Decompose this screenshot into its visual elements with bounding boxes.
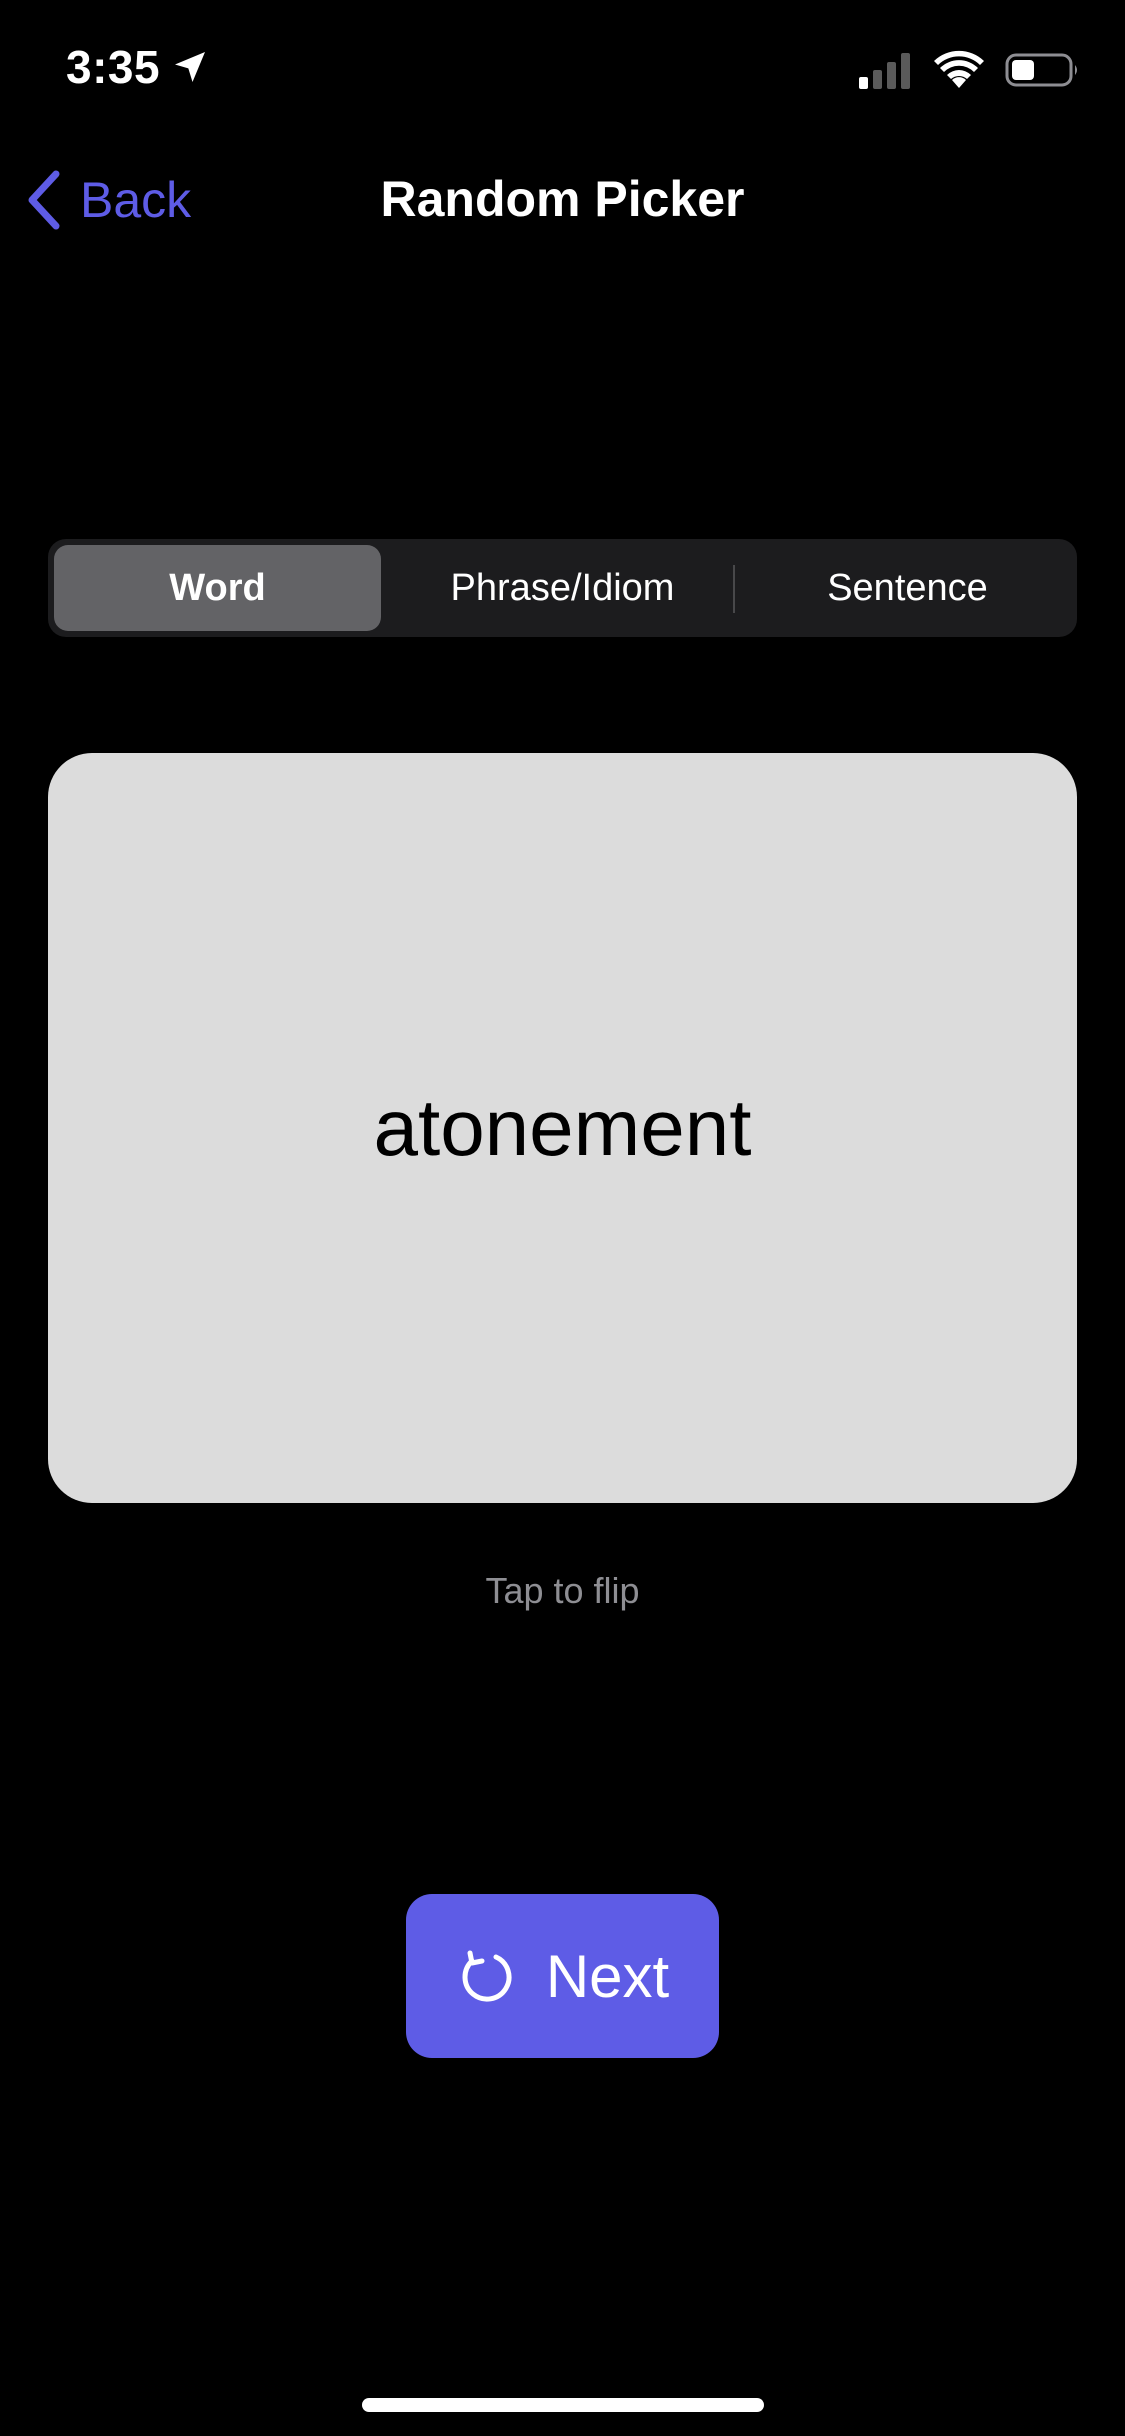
home-indicator[interactable] <box>362 2398 764 2412</box>
navigation-bar: Back Random Picker <box>0 150 1125 250</box>
status-icons <box>857 50 1081 90</box>
next-label: Next <box>545 1942 670 2010</box>
page-title: Random Picker <box>380 171 745 227</box>
segment-phrase-idiom[interactable]: Phrase/Idiom <box>399 545 726 631</box>
status-time: 3:35 <box>66 41 161 93</box>
status-bar: 3:35 <box>0 0 1125 140</box>
refresh-icon <box>462 1950 512 2002</box>
flashcard-text: atonement <box>373 1083 752 1172</box>
type-segmented-control: Word Phrase/Idiom Sentence <box>48 539 1077 637</box>
segment-word[interactable]: Word <box>54 545 381 631</box>
next-button[interactable]: Next <box>406 1894 719 2058</box>
cellular-signal-icon <box>859 53 910 89</box>
battery-icon <box>1005 53 1077 87</box>
wifi-icon <box>934 50 984 88</box>
location-arrow-icon <box>175 52 206 82</box>
status-time-group: 3:35 <box>66 40 210 94</box>
segment-divider <box>733 565 735 613</box>
flashcard[interactable]: atonement <box>48 753 1077 1503</box>
segment-sentence[interactable]: Sentence <box>744 545 1071 631</box>
flip-hint: Tap to flip <box>485 1570 640 1611</box>
